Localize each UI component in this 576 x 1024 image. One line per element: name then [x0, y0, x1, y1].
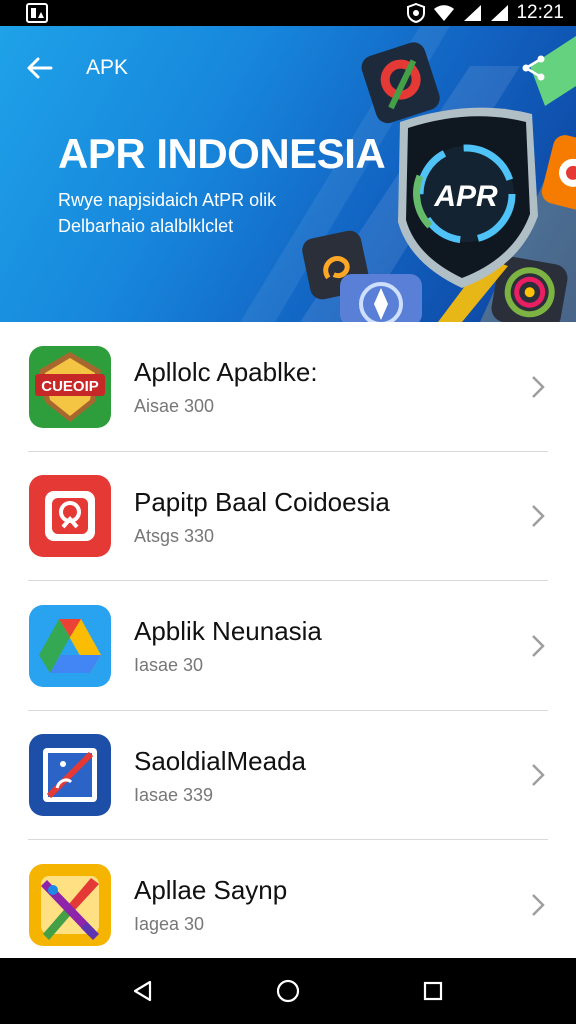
paint-brushes-icon	[29, 863, 111, 946]
app-list: CUEOIP Apllolc Apablke: Aisae 300 Papitp…	[0, 322, 576, 958]
list-item-title: Apblik Neunasia	[134, 616, 322, 647]
list-item-title: Apllolc Apablke:	[134, 357, 318, 388]
list-item[interactable]: Apllae Saynp Iagea 30	[0, 840, 576, 970]
floating-red-tile-icon	[541, 135, 576, 210]
cell-signal-2-icon	[489, 4, 509, 22]
diagonal-phone-icon	[29, 734, 111, 817]
status-time: 12:21	[516, 2, 564, 23]
list-item-subtitle: Iasae 339	[134, 784, 214, 805]
gallery-notification-icon	[26, 3, 48, 23]
drive-triangle-icon	[29, 604, 111, 687]
cell-signal-icon	[462, 4, 482, 22]
list-item-title: Apllae Saynp	[134, 875, 288, 906]
shield-notification-icon	[406, 3, 426, 23]
list-item-subtitle: Atsgs 330	[134, 525, 215, 546]
triangle-back-icon	[133, 980, 151, 1002]
chevron-right-icon	[532, 505, 545, 528]
wifi-icon	[433, 4, 455, 22]
list-item[interactable]: CUEOIP Apllolc Apablke: Aisae 300	[0, 322, 576, 452]
hero-illustration: APR	[302, 42, 576, 322]
hero-banner: APK APR INDONESIA Rwye napjsidaich AtPR …	[0, 26, 576, 322]
list-item[interactable]: Apblik Neunasia Iasae 30	[0, 581, 576, 711]
chevron-right-icon	[532, 764, 545, 787]
floating-map-tile-icon	[361, 42, 440, 124]
camera-pin-icon	[29, 475, 111, 558]
list-item-subtitle: Aisae 300	[134, 396, 215, 417]
shield-badge-icon: CUEOIP	[29, 345, 111, 428]
circle-home-icon	[276, 979, 300, 1003]
nav-back-button[interactable]	[119, 967, 167, 1015]
nav-home-button[interactable]	[264, 967, 312, 1015]
square-recents-icon	[424, 981, 443, 1001]
screen: 12:21 APK APR INDONESIA Rwye napjsidaich…	[0, 0, 576, 1024]
status-bar: 12:21	[0, 0, 576, 26]
shield-badge-text: CUEOIP	[41, 378, 99, 395]
list-item-title: Papitp Baal Coidoesia	[134, 486, 390, 517]
nav-recents-button[interactable]	[409, 967, 457, 1015]
list-item-title: SaoldialMeada	[134, 745, 307, 776]
floating-compass-tile-icon	[340, 274, 422, 322]
list-item-subtitle: Iagea 30	[134, 914, 205, 935]
chevron-right-icon	[532, 634, 545, 657]
list-item[interactable]: SaoldialMeada Iasae 339	[0, 711, 576, 841]
chevron-right-icon	[532, 893, 545, 916]
chevron-right-icon	[532, 375, 545, 398]
list-item-subtitle: Iasae 30	[134, 655, 204, 676]
navigation-bar	[0, 958, 576, 1024]
list-item[interactable]: Papitp Baal Coidoesia Atsgs 330	[0, 452, 576, 582]
apr-badge-text: APR	[433, 180, 498, 213]
